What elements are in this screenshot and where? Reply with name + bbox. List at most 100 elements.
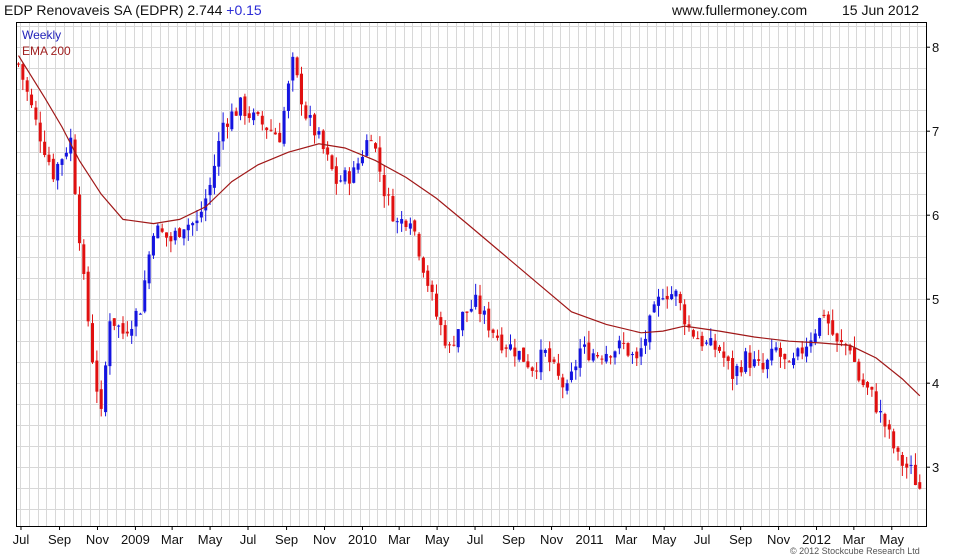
x-tick-label: Sep [275, 532, 298, 547]
candle-body [434, 293, 438, 317]
candle-body [657, 296, 661, 306]
candle-body [913, 464, 917, 486]
x-tick-label: Jul [694, 532, 711, 547]
candle-body [670, 294, 674, 299]
candle-body [374, 143, 378, 149]
candle-body [452, 344, 456, 346]
candle-body [835, 333, 839, 342]
candle-body [404, 220, 408, 227]
candle-body [291, 56, 295, 81]
candle-body [77, 194, 81, 244]
candle-body [234, 111, 238, 116]
candle-body [99, 389, 103, 409]
candle-body [304, 105, 308, 119]
candle-body [343, 170, 347, 182]
candle-body [138, 313, 142, 315]
candle-body [413, 220, 417, 232]
candle-body [513, 347, 517, 357]
chart-container: EDP Renovaveis SA (EDPR) 2.744 +0.15 www… [0, 0, 980, 560]
candle-body [108, 321, 112, 367]
candle-body [543, 350, 547, 353]
candle-body [156, 225, 160, 239]
candle-body [691, 330, 695, 337]
candle-body [256, 112, 260, 115]
candle-body [326, 147, 330, 155]
candle-body [321, 130, 325, 150]
candle-body [134, 310, 138, 327]
candle-body [700, 335, 704, 347]
candle-body [225, 123, 229, 127]
x-tick-label: Sep [48, 532, 71, 547]
candle-body [522, 347, 526, 362]
candle-body [169, 236, 173, 242]
candle-body [95, 360, 99, 392]
candle-body [382, 174, 386, 197]
candle-body [273, 132, 277, 135]
candle-body [539, 349, 543, 373]
candle-body [391, 196, 395, 222]
candle-body [443, 325, 447, 346]
candle-body [73, 139, 77, 194]
x-tick-label: May [652, 532, 677, 547]
candle-body [151, 235, 155, 256]
candle-body [34, 107, 38, 120]
candle-body [313, 114, 317, 136]
x-tick-label: 2010 [348, 532, 377, 547]
candle-body [774, 347, 778, 351]
candle-body [744, 351, 748, 372]
candle-body [300, 73, 304, 105]
x-tick-label: 2011 [576, 532, 604, 547]
x-tick-label: Jul [240, 532, 257, 547]
candle-body [130, 328, 134, 336]
candle-body [792, 358, 796, 366]
candle-body [583, 344, 587, 347]
candle-body [64, 152, 68, 157]
candle-body [212, 165, 216, 188]
candle-body [448, 344, 452, 346]
candle-body [282, 110, 286, 144]
candle-body [352, 167, 356, 183]
candle-body [918, 482, 922, 489]
candle-body [761, 362, 765, 370]
candle-body [861, 379, 865, 386]
candle-body [469, 308, 473, 312]
candle-body [252, 112, 256, 121]
candle-body [596, 354, 600, 357]
candle-body [565, 383, 569, 391]
candle-body [421, 257, 425, 273]
candle-body [334, 166, 338, 184]
candle-body [461, 311, 465, 331]
x-tick-label: Nov [86, 532, 110, 547]
candle-body [178, 228, 182, 238]
candle-body [674, 290, 678, 297]
candle-body [648, 315, 652, 343]
candle-body [905, 463, 909, 468]
candle-body [552, 359, 556, 362]
candle-body [726, 356, 730, 361]
candle-body [900, 454, 904, 466]
candle-body [417, 233, 421, 257]
candle-body [239, 97, 243, 116]
candle-body [892, 431, 896, 449]
candle-body [487, 308, 491, 331]
candle-body [500, 334, 504, 351]
candle-body [147, 254, 151, 284]
candle-body [295, 57, 299, 76]
copyright-notice: © 2012 Stockcube Research Ltd [790, 546, 920, 556]
candle-body [482, 310, 486, 315]
y-tick-label: 3 [932, 460, 939, 475]
candle-body [387, 194, 391, 196]
candle-body [800, 347, 804, 354]
x-tick-label: 2009 [121, 532, 150, 547]
candle-body [874, 391, 878, 413]
candle-body [160, 228, 164, 232]
candle-body [439, 317, 443, 326]
candle-body [857, 361, 861, 381]
candle-body [765, 359, 769, 370]
candle-body [591, 353, 595, 361]
candle-body [866, 382, 870, 388]
candle-body [909, 464, 913, 466]
candle-body [56, 163, 60, 181]
candle-body [822, 314, 826, 317]
candle-body [456, 329, 460, 348]
